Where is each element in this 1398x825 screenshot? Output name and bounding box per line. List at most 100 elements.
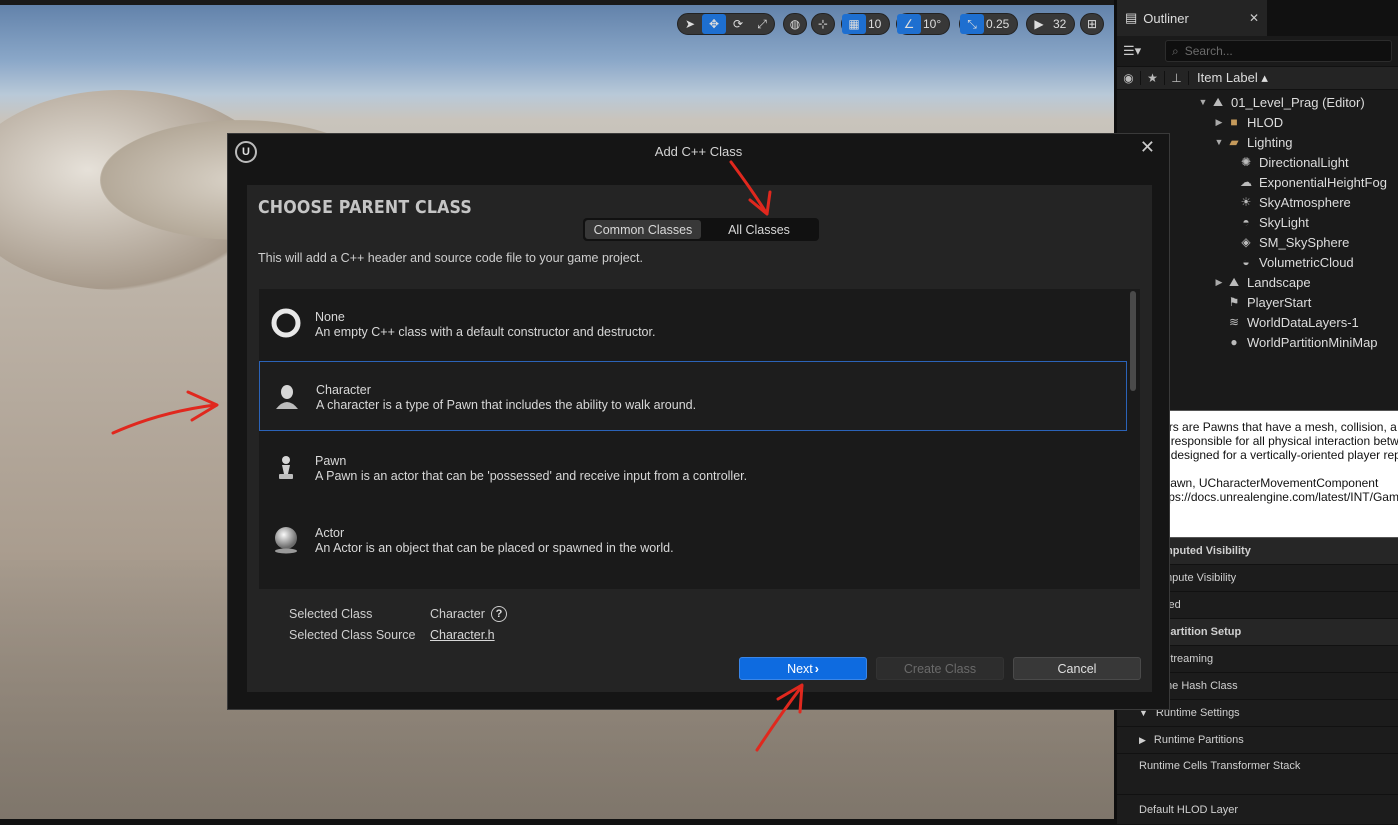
visibility-column-icon[interactable]: ◉ [1117,71,1141,85]
class-item-none[interactable]: None An empty C++ class with a default c… [259,289,1127,359]
skylight-icon: ◓ [1242,215,1250,229]
angle-icon: ∠ [897,14,921,34]
details-label: Default HLOD Layer [1139,803,1239,816]
sky-atmosphere-icon: ☀ [1240,195,1252,209]
tab-all-classes[interactable]: All Classes [701,220,817,239]
collapsed-arrow-icon[interactable]: ▶ [1139,735,1146,746]
rotate-tool-icon[interactable]: ⟳ [726,14,750,34]
create-class-button[interactable]: Create Class [876,657,1004,680]
cancel-button[interactable]: Cancel [1013,657,1141,680]
chevron-right-icon: › [814,661,819,676]
viewport-layout-button[interactable]: ⊞ [1080,13,1104,35]
details-property[interactable]: ▶ Runtime Partitions [1117,727,1398,754]
pin-column-icon[interactable]: ⊥ [1165,71,1189,85]
class-item-actor[interactable]: Actor An Actor is an object that can be … [259,505,1127,575]
tree-item-label: WorldDataLayers-1 [1247,314,1359,330]
scale-snap-value: 0.25 [986,17,1010,31]
list-scrollbar[interactable] [1130,291,1136,391]
static-mesh-icon: ◈ [1241,235,1251,249]
tree-item-level[interactable]: ▼ ⛰ 01_Level_Prag (Editor) [1117,92,1398,112]
folder-icon: ■ [1230,115,1238,129]
rotation-snap-control[interactable]: ∠ 10° [896,13,951,35]
tree-item-label: SkyAtmosphere [1259,194,1351,210]
close-icon[interactable]: ✕ [1140,137,1155,158]
search-input[interactable]: ⌕ Search... [1165,40,1392,62]
class-description: A Pawn is an actor that can be 'possesse… [315,469,748,483]
favorite-column-icon[interactable]: ★ [1141,71,1165,85]
selected-class-label: Selected Class [289,607,373,621]
globe-icon: ◍ [789,17,801,31]
none-class-icon [271,308,301,338]
fog-icon: ☁ [1240,175,1252,189]
selected-source-link[interactable]: Character.h [430,628,495,642]
class-description: An empty C++ class with a default constr… [315,325,656,339]
details-property[interactable]: Default HLOD Layer [1117,795,1398,825]
details-label: me Hash Class [1163,680,1238,692]
class-name: Character [316,383,371,397]
item-label-text: Item Label [1197,70,1258,85]
parent-class-list: None An empty C++ class with a default c… [259,289,1140,589]
tree-item-label: 01_Level_Prag (Editor) [1231,94,1365,110]
search-icon: ⌕ [1172,43,1179,58]
camera-icon: ▶ [1034,17,1044,31]
dialog-title: Add C++ Class [654,144,743,159]
item-label-column[interactable]: Item Label ▴ [1189,70,1268,86]
camera-speed-control[interactable]: ▶ 32 [1026,13,1076,35]
close-icon[interactable]: ✕ [1249,11,1259,25]
selected-class-value: Character [430,607,485,621]
data-layers-icon: ≋ [1228,315,1240,329]
details-label: mpute Visibility [1163,572,1237,584]
details-label: Runtime Cells Transformer Stack [1139,760,1301,772]
scale-snap-icon: ⤡ [960,14,984,34]
dialog-content: CHOOSE PARENT CLASS Common Classes All C… [247,185,1152,692]
details-label: Streaming [1163,653,1214,665]
class-description: A character is a type of Pawn that inclu… [316,398,697,412]
collapsed-arrow-icon[interactable]: ▶ [1213,277,1225,288]
transform-tools-group: ➤ ✥ ⟳ ⤢ [677,13,775,35]
details-property[interactable]: Runtime Cells Transformer Stack [1117,754,1398,795]
pawn-class-icon [271,452,301,482]
next-button[interactable]: Next › [739,657,867,680]
cloud-icon: ◒ [1242,255,1250,269]
minimap-icon: ● [1230,335,1238,349]
tree-item-hlod[interactable]: ▶ ■ HLOD [1117,112,1398,132]
camera-speed-value: 32 [1053,17,1067,31]
layout-icon: ⊞ [1086,17,1098,31]
tab-common-classes[interactable]: Common Classes [585,220,701,239]
rotation-snap-value: 10° [923,17,942,31]
grid-snap-value: 10 [868,17,882,31]
outliner-tab-icon: ▤ [1125,10,1138,25]
character-class-icon [272,381,302,411]
outliner-tab[interactable]: ▤ Outliner ✕ [1117,0,1267,36]
grid-icon: ▦ [842,14,866,34]
collapsed-arrow-icon[interactable]: ▶ [1213,117,1225,128]
level-icon: ⛰ [1212,94,1224,109]
class-item-character[interactable]: Character A character is a type of Pawn … [259,361,1127,431]
dialog-titlebar[interactable]: U Add C++ Class ✕ [228,134,1169,168]
scale-tool-icon[interactable]: ⤢ [750,14,774,34]
folder-open-icon: ▰ [1229,135,1239,149]
grid-snap-control[interactable]: ▦ 10 [841,13,891,35]
select-tool-icon[interactable]: ➤ [678,14,702,34]
tree-item-label: HLOD [1247,114,1284,130]
surface-snap-icon: ⊹ [817,17,829,31]
filter-icon[interactable]: ☰▾ [1123,43,1159,59]
tree-item-label: Landscape [1247,274,1311,290]
surface-snap-toggle[interactable]: ⊹ [811,13,835,35]
viewport-top-edge [0,0,1114,5]
page-title: CHOOSE PARENT CLASS [258,197,472,218]
scale-snap-control[interactable]: ⤡ 0.25 [959,13,1019,35]
expanded-arrow-icon[interactable]: ▼ [1213,137,1225,147]
tree-item-label: Lighting [1247,134,1293,150]
help-icon[interactable]: ? [491,606,507,622]
landscape-icon: ⛰ [1228,274,1240,289]
translate-tool-icon[interactable]: ✥ [702,14,726,34]
tree-item-label: SkyLight [1259,214,1309,230]
details-label: Runtime Partitions [1153,734,1244,746]
world-local-toggle[interactable]: ◍ [783,13,807,35]
add-cpp-class-dialog: U Add C++ Class ✕ CHOOSE PARENT CLASS Co… [227,133,1170,710]
class-item-pawn[interactable]: Pawn A Pawn is an actor that can be 'pos… [259,433,1127,503]
expanded-arrow-icon[interactable]: ▼ [1197,97,1209,107]
directional-light-icon: ✺ [1240,155,1252,169]
tree-item-label: ExponentialHeightFog [1259,174,1387,190]
